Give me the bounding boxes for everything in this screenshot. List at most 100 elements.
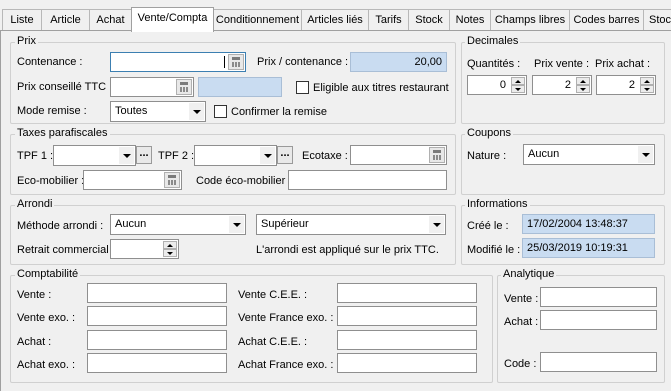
nature-label: Nature : (467, 150, 507, 162)
group-comptabilite-title: Comptabilité (15, 268, 81, 281)
ecotaxe-field[interactable] (350, 145, 447, 165)
tab-articles-lies[interactable]: Articles liés (301, 9, 369, 31)
quantites-label: Quantités : (467, 58, 521, 70)
methode-arrondi-select[interactable]: Aucun (110, 214, 246, 235)
compta-achat-exo-label: Achat exo. : (17, 359, 76, 371)
calculator-icon[interactable] (228, 54, 244, 70)
compta-achat-field[interactable] (87, 330, 227, 350)
retrait-commercial-spinner[interactable] (110, 239, 179, 259)
spin-up-icon[interactable] (576, 77, 590, 85)
mode-remise-label: Mode remise : (17, 105, 87, 117)
code-ecomobilier-field[interactable] (288, 170, 447, 190)
tab-stock-truncated[interactable]: Stoc (643, 9, 671, 31)
eligible-checkbox[interactable] (296, 81, 309, 94)
ecotaxe-label: Ecotaxe : (302, 150, 348, 162)
cree-value: 17/02/2004 13:48:37 (522, 214, 655, 234)
analytique-code-label: Code : (504, 358, 537, 370)
calculator-icon[interactable] (176, 79, 192, 95)
compta-achat-label: Achat : (17, 336, 52, 348)
analytique-code-field[interactable] (540, 352, 657, 372)
prix-achat-spinner[interactable]: 2 (596, 75, 656, 95)
compta-vente-exo-field[interactable] (87, 306, 227, 326)
analytique-vente-field[interactable] (540, 287, 657, 307)
nature-select[interactable]: Aucun (523, 144, 655, 165)
calculator-icon[interactable] (429, 147, 445, 163)
tab-stock[interactable]: Stock (408, 9, 450, 31)
tpf2-select[interactable] (194, 145, 277, 166)
tab-codes-barres[interactable]: Codes barres (569, 9, 644, 31)
tpf2-label: TPF 2 : (158, 150, 195, 162)
tab-achat[interactable]: Achat (89, 9, 132, 31)
tpf1-select[interactable] (53, 145, 136, 166)
calculator-icon[interactable] (164, 172, 180, 188)
prix-achat-label: Prix achat : (595, 58, 651, 70)
prix-conseille-field[interactable] (110, 77, 194, 97)
prix-contenance-label: Prix / contenance : (257, 56, 349, 68)
compta-achat-france-exo-label: Achat France exo. : (238, 359, 334, 371)
modifie-label: Modifié le : (467, 244, 521, 256)
spin-up-icon[interactable] (511, 77, 525, 85)
confirmer-remise-label: Confirmer la remise (231, 106, 327, 118)
chevron-down-icon (260, 147, 275, 164)
analytique-vente-label: Vente : (504, 293, 539, 305)
compta-achat-france-exo-field[interactable] (337, 353, 477, 373)
group-analytique-title: Analytique (501, 268, 557, 281)
spin-down-icon[interactable] (163, 249, 177, 257)
chevron-down-icon (189, 103, 204, 120)
compta-vente-exo-label: Vente exo. : (17, 312, 76, 324)
spin-down-icon[interactable] (640, 85, 654, 93)
analytique-achat-label: Achat : (504, 316, 539, 328)
code-ecomobilier-label: Code éco-mobilier : (196, 175, 292, 187)
group-arrondi-title: Arrondi (15, 198, 55, 211)
compta-vente-cee-label: Vente C.E.E. : (238, 289, 308, 301)
prix-vente-label: Prix vente : (534, 58, 590, 70)
tab-bar: Liste Article Achat Vente/Compta Conditi… (0, 0, 671, 32)
spin-down-icon[interactable] (511, 85, 525, 93)
tab-article[interactable]: Article (41, 9, 90, 31)
eligible-label: Eligible aux titres restaurant (313, 82, 449, 94)
compta-vente-france-exo-label: Vente France exo. : (238, 312, 334, 324)
spin-up-icon[interactable] (163, 241, 177, 249)
compta-achat-cee-label: Achat C.E.E. : (238, 336, 308, 348)
group-informations-title: Informations (465, 198, 530, 211)
compta-vente-cee-field[interactable] (337, 283, 477, 303)
chevron-down-icon (638, 146, 653, 163)
tpf1-label: TPF 1 : (17, 150, 54, 162)
confirmer-remise-checkbox[interactable] (214, 105, 227, 118)
arrondi-note: L'arrondi est appliqué sur le prix TTC. (256, 244, 439, 256)
compta-achat-cee-field[interactable] (337, 330, 477, 350)
compta-vente-label: Vente : (17, 289, 52, 301)
group-decimales-title: Decimales (465, 35, 521, 48)
tab-liste[interactable]: Liste (2, 9, 42, 31)
quantites-spinner[interactable]: 0 (467, 75, 527, 95)
prix-conseille-label: Prix conseillé TTC : (17, 81, 113, 93)
group-taxes-title: Taxes parafiscales (15, 127, 110, 140)
compta-achat-exo-field[interactable] (87, 353, 227, 373)
group-coupons-title: Coupons (465, 127, 514, 140)
tab-tarifs[interactable]: Tarifs (368, 9, 409, 31)
contenance-field[interactable] (110, 52, 246, 72)
tab-conditionnement[interactable]: Conditionnement (213, 9, 302, 31)
prix-contenance-field: 20,00 (350, 52, 447, 72)
spin-down-icon[interactable] (576, 85, 590, 93)
compta-vente-france-exo-field[interactable] (337, 306, 477, 326)
prix-vente-spinner[interactable]: 2 (532, 75, 592, 95)
sens-arrondi-select[interactable]: Supérieur (256, 214, 446, 235)
contenance-label: Contenance : (17, 56, 83, 68)
text-cursor (224, 56, 225, 68)
compta-vente-field[interactable] (87, 283, 227, 303)
mode-remise-select[interactable]: Toutes (110, 101, 206, 122)
analytique-achat-field[interactable] (540, 310, 657, 330)
ecomobilier-label: Eco-mobilier : (17, 175, 85, 187)
spin-up-icon[interactable] (640, 77, 654, 85)
modifie-value: 25/03/2019 10:19:31 (522, 238, 655, 258)
prix-conseille-readonly (198, 77, 282, 97)
chevron-down-icon (119, 147, 134, 164)
ecomobilier-field[interactable] (83, 170, 182, 190)
tpf1-browse-button[interactable]: ... (136, 146, 152, 164)
tab-champs-libres[interactable]: Champs libres (490, 9, 570, 31)
tab-vente-compta[interactable]: Vente/Compta (131, 7, 214, 32)
retrait-commercial-label: Retrait commercial : (17, 244, 115, 256)
tpf2-browse-button[interactable]: ... (277, 146, 293, 164)
tab-notes[interactable]: Notes (449, 9, 491, 31)
